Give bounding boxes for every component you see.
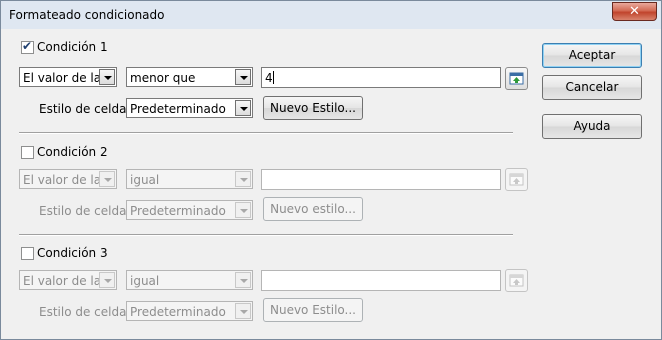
accept-button[interactable]: Aceptar	[542, 43, 642, 68]
condition-2-shrink-button[interactable]	[505, 168, 528, 191]
condition-1-operator-value: menor que	[130, 71, 196, 85]
condition-1-label: Condición 1	[37, 40, 108, 54]
condition-3-operator-value: igual	[130, 274, 160, 288]
chevron-down-icon[interactable]	[99, 69, 115, 85]
condition-3-value-input[interactable]	[261, 270, 501, 291]
condition-1-shrink-button[interactable]	[505, 67, 528, 90]
dialog-client: ✔ Condición 1 El valor de la c menor que…	[8, 29, 655, 333]
close-button[interactable]: ✕	[612, 2, 657, 21]
chevron-down-icon[interactable]	[235, 69, 251, 85]
condition-2-label: Condición 2	[37, 145, 108, 159]
condition-3-label: Condición 3	[37, 246, 108, 260]
dialog-window: Formateado condicionado ✕ ✔ Condición 1 …	[0, 0, 662, 340]
shrink-range-icon	[509, 72, 524, 85]
condition-1-style-label: Estilo de celda	[39, 102, 127, 116]
condition-1-operator-select[interactable]: menor que	[126, 67, 253, 87]
condition-2-operand-select[interactable]: El valor de la c	[19, 169, 117, 189]
condition-2-style-select[interactable]: Predeterminado	[126, 200, 253, 220]
condition-2-style-label: Estilo de celda	[39, 204, 127, 218]
condition-3-style-label: Estilo de celda	[39, 305, 127, 319]
condition-2-operator-value: igual	[130, 173, 160, 187]
cancel-button[interactable]: Cancelar	[542, 75, 642, 100]
chevron-down-icon[interactable]	[99, 171, 115, 187]
condition-1-operand-value: El valor de la c	[23, 71, 99, 85]
separator	[19, 132, 513, 134]
shrink-range-icon	[509, 274, 524, 287]
condition-1-operand-select[interactable]: El valor de la c	[19, 67, 117, 87]
condition-2-operand-value: El valor de la c	[23, 173, 99, 187]
condition-2-value-input[interactable]	[261, 169, 501, 190]
chevron-down-icon[interactable]	[99, 272, 115, 288]
condition-3-operand-value: El valor de la c	[23, 274, 99, 288]
chevron-down-icon[interactable]	[235, 272, 251, 288]
condition-1-value-input[interactable]: 4	[261, 67, 501, 88]
condition-2-style-value: Predeterminado	[130, 204, 226, 218]
condition-3-style-select[interactable]: Predeterminado	[126, 301, 253, 321]
separator	[19, 234, 513, 236]
condition-3-operand-select[interactable]: El valor de la c	[19, 270, 117, 290]
title-bar: Formateado condicionado ✕	[1, 1, 661, 29]
close-icon: ✕	[629, 4, 640, 19]
shrink-range-icon	[509, 173, 524, 186]
condition-3-operator-select[interactable]: igual	[126, 270, 253, 290]
text-cursor	[272, 71, 274, 84]
condition-3-shrink-button[interactable]	[505, 269, 528, 292]
window-title: Formateado condicionado	[9, 8, 165, 22]
condition-2-new-style-button[interactable]: Nuevo estilo...	[263, 197, 363, 221]
chevron-down-icon[interactable]	[235, 303, 251, 319]
chevron-down-icon[interactable]	[235, 171, 251, 187]
condition-1-new-style-button[interactable]: Nuevo Estilo...	[263, 96, 363, 120]
condition-1-style-select[interactable]: Predeterminado	[126, 98, 253, 118]
chevron-down-icon[interactable]	[235, 202, 251, 218]
condition-3-checkbox[interactable]	[21, 247, 34, 260]
chevron-down-icon[interactable]	[235, 100, 251, 116]
checkmark-icon: ✔	[22, 39, 33, 53]
condition-1-value-text: 4	[265, 71, 273, 85]
condition-2-checkbox[interactable]	[21, 146, 34, 159]
condition-1-checkbox[interactable]: ✔	[21, 39, 34, 54]
condition-3-new-style-button[interactable]: Nuevo Estilo...	[263, 298, 363, 322]
help-button[interactable]: Ayuda	[542, 114, 642, 139]
condition-1-style-value: Predeterminado	[130, 102, 226, 116]
condition-2-operator-select[interactable]: igual	[126, 169, 253, 189]
condition-3-style-value: Predeterminado	[130, 305, 226, 319]
